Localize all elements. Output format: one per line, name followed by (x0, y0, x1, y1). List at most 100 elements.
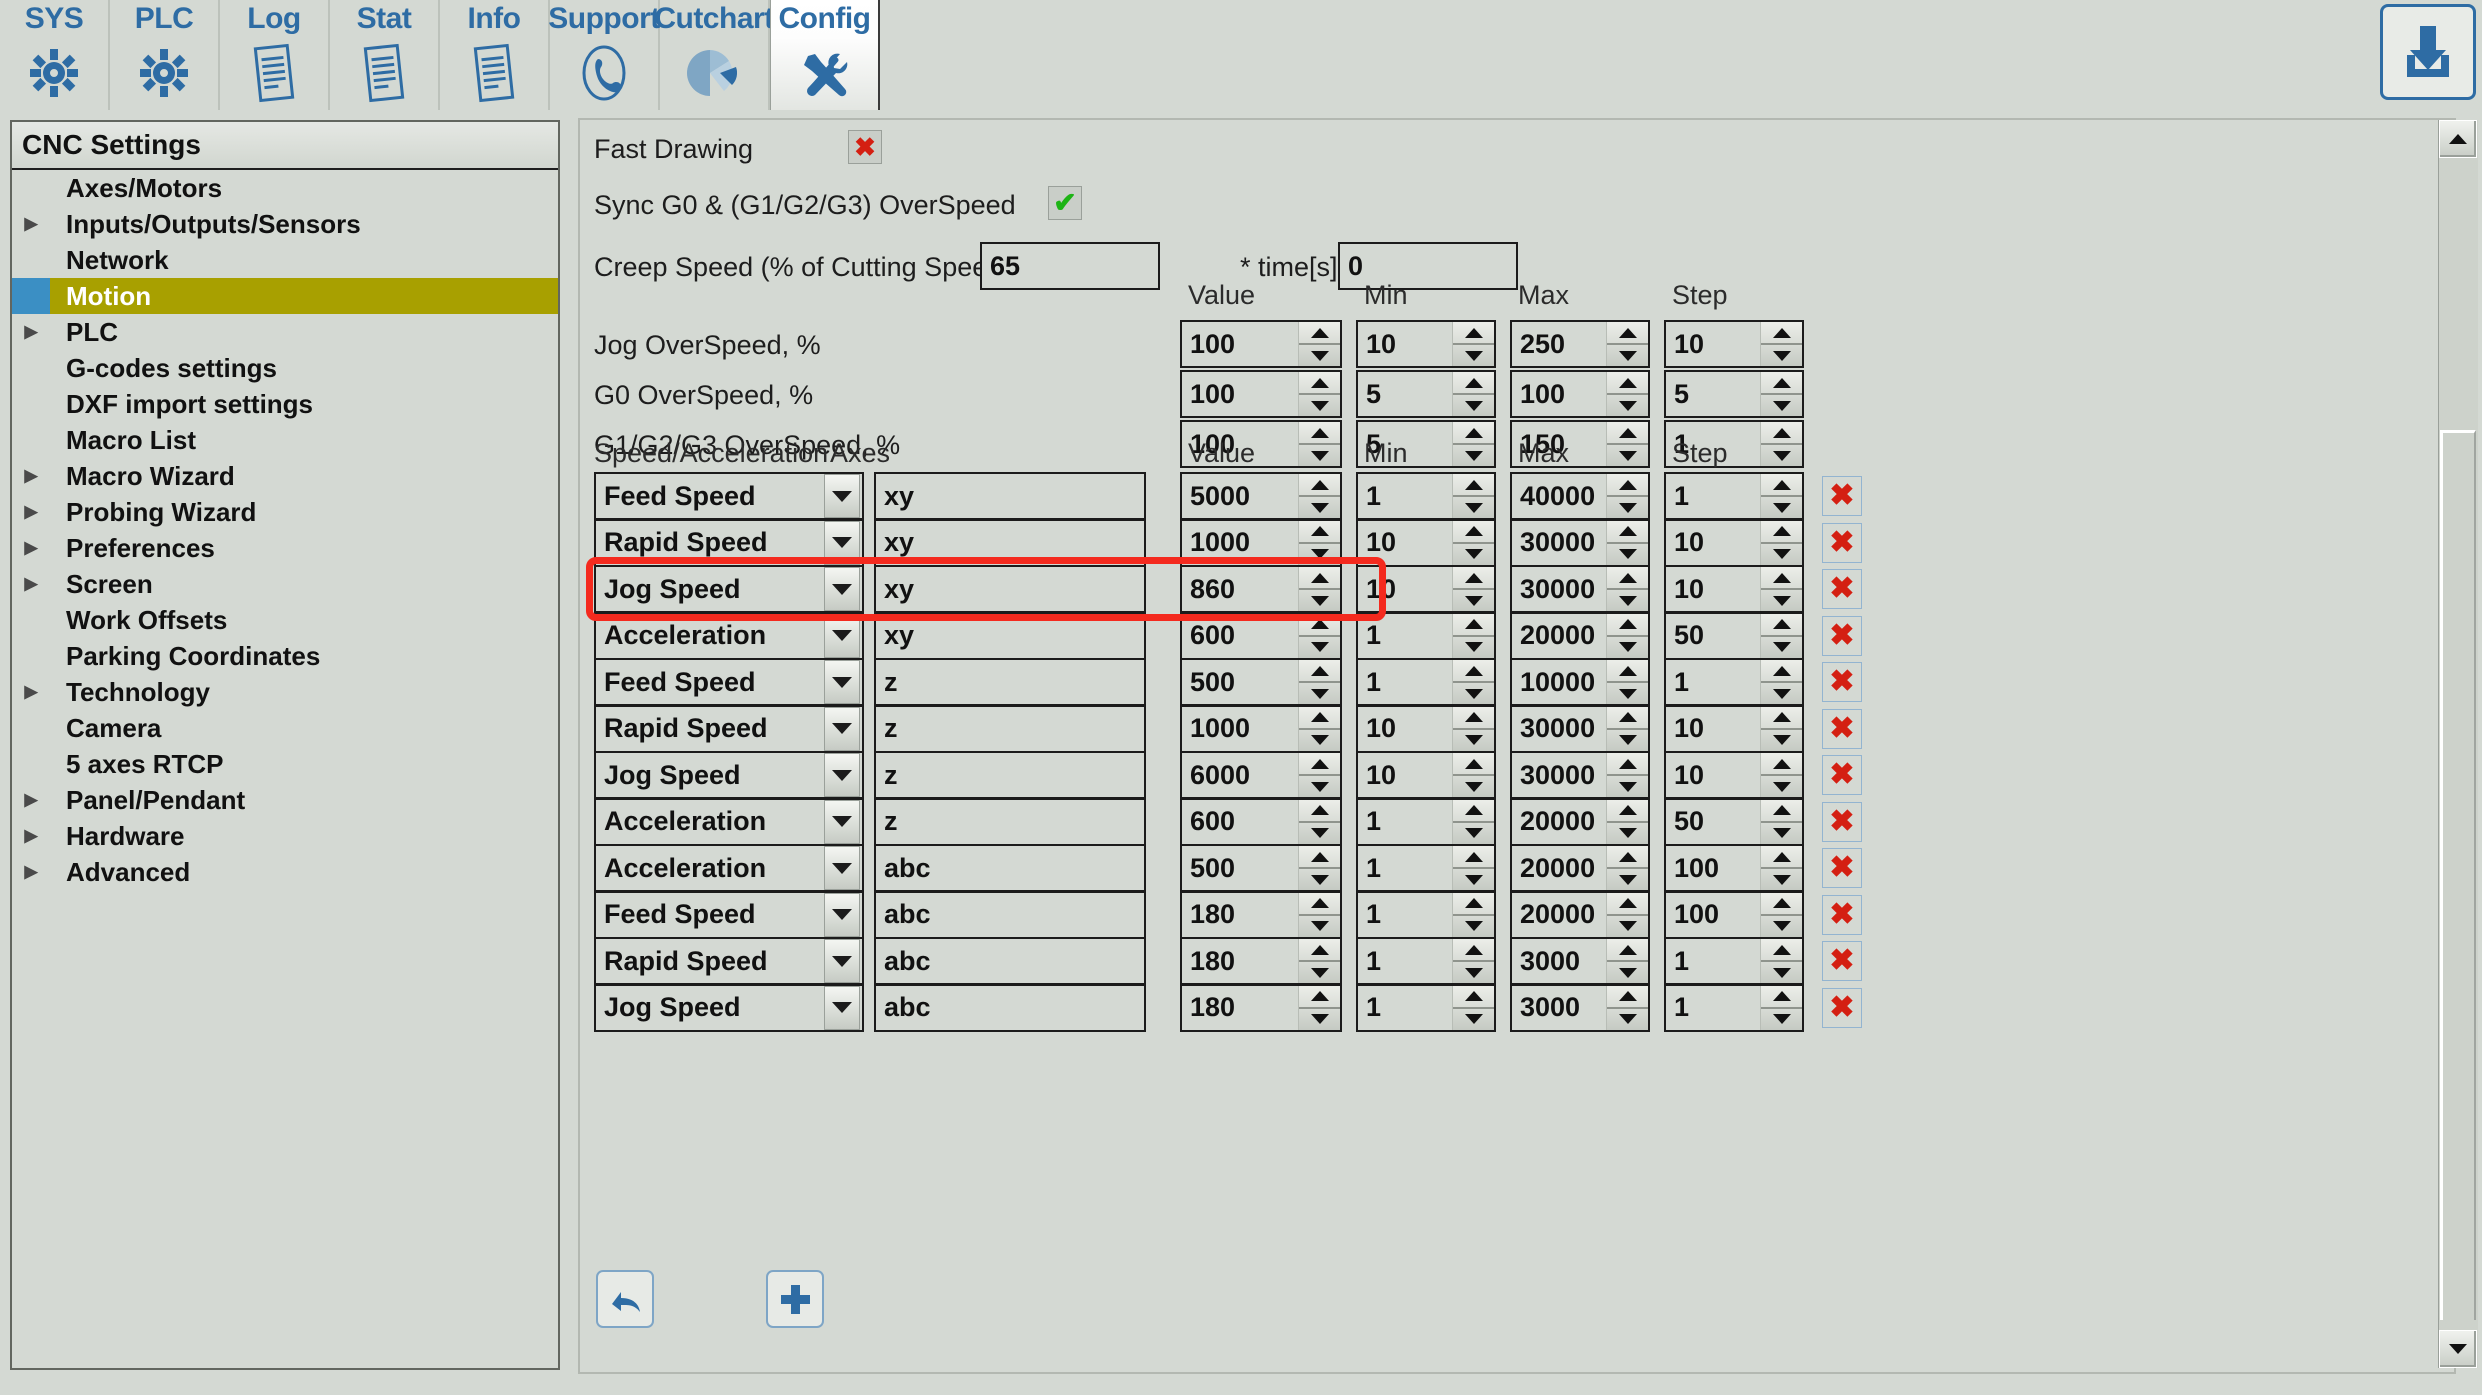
table-row-4-value[interactable]: 600 (1180, 611, 1342, 660)
table-row-6-step-decrement[interactable] (1761, 730, 1802, 751)
table-row-11-step-increment[interactable] (1761, 939, 1802, 962)
overspeed-row-1-max[interactable]: 250 (1510, 320, 1650, 368)
table-row-7-delete-button[interactable]: ✖ (1822, 755, 1862, 795)
table-row-2-value[interactable]: 1000 (1180, 518, 1342, 567)
table-row-10-min-increment[interactable] (1453, 893, 1494, 916)
table-row-12-type-select[interactable]: Jog Speed (594, 983, 864, 1032)
table-row-10-max[interactable]: 20000 (1510, 890, 1650, 939)
sidebar-item-g-codes-settings[interactable]: G-codes settings (12, 350, 558, 386)
sidebar-item-macro-wizard[interactable]: ▶ Macro Wizard (12, 458, 558, 494)
table-row-12-max[interactable]: 3000 (1510, 983, 1650, 1032)
table-row-4-step[interactable]: 50 (1664, 611, 1804, 660)
table-row-9-value-increment[interactable] (1299, 846, 1340, 869)
table-row-10-max-increment[interactable] (1607, 893, 1648, 916)
table-row-6-max-decrement[interactable] (1607, 730, 1648, 751)
table-row-7-value[interactable]: 6000 (1180, 751, 1342, 799)
table-row-9-min-decrement[interactable] (1453, 869, 1494, 890)
chevron-right-icon[interactable]: ▶ (12, 574, 50, 594)
chevron-down-icon[interactable] (824, 939, 860, 983)
table-row-7-type-select[interactable]: Jog Speed (594, 751, 864, 799)
overspeed-row-2-max[interactable]: 100 (1510, 370, 1650, 418)
chevron-down-icon[interactable] (824, 892, 860, 937)
table-row-12-step-decrement[interactable] (1761, 1009, 1802, 1030)
scroll-down-button[interactable] (2439, 1330, 2477, 1368)
table-row-2-max-decrement[interactable] (1607, 544, 1648, 565)
table-row-4-min[interactable]: 1 (1356, 611, 1496, 660)
undo-button[interactable] (596, 1270, 654, 1328)
table-row-9-value-decrement[interactable] (1299, 869, 1340, 890)
tab-stat[interactable]: Stat (330, 0, 440, 110)
table-row-11-max-decrement[interactable] (1607, 962, 1648, 983)
table-row-8-step[interactable]: 50 (1664, 797, 1804, 846)
overspeed-row-1-step-increment[interactable] (1761, 322, 1802, 345)
overspeed-row-2-min[interactable]: 5 (1356, 370, 1496, 418)
table-row-5-step-increment[interactable] (1761, 660, 1802, 683)
table-row-6-step-increment[interactable] (1761, 707, 1802, 730)
table-row-2-step-decrement[interactable] (1761, 544, 1802, 565)
table-row-9-type-select[interactable]: Acceleration (594, 844, 864, 892)
table-row-1-delete-button[interactable]: ✖ (1822, 476, 1862, 516)
table-row-12-max-increment[interactable] (1607, 986, 1648, 1009)
table-row-6-axes-field[interactable]: z (874, 704, 1146, 753)
table-row-8-delete-button[interactable]: ✖ (1822, 801, 1862, 842)
sidebar-item-screen[interactable]: ▶ Screen (12, 566, 558, 602)
table-row-2-axes-field[interactable]: xy (874, 518, 1146, 567)
table-row-12-delete-button[interactable]: ✖ (1822, 987, 1862, 1028)
table-row-7-max-decrement[interactable] (1607, 776, 1648, 797)
table-row-2-max[interactable]: 30000 (1510, 518, 1650, 567)
overspeed-row-2-min-increment[interactable] (1453, 372, 1494, 395)
table-row-5-delete-button[interactable]: ✖ (1822, 662, 1862, 702)
overspeed-row-2-max-decrement[interactable] (1607, 395, 1648, 416)
table-row-5-value[interactable]: 500 (1180, 658, 1342, 706)
table-row-10-max-decrement[interactable] (1607, 916, 1648, 937)
chevron-right-icon[interactable]: ▶ (12, 826, 50, 846)
table-row-5-value-decrement[interactable] (1299, 683, 1340, 704)
tab-support[interactable]: Support (548, 0, 660, 110)
table-row-3-max[interactable]: 30000 (1510, 565, 1650, 613)
tab-sys[interactable]: SYS (0, 0, 110, 110)
chevron-down-icon[interactable] (824, 753, 860, 797)
table-row-8-max[interactable]: 20000 (1510, 797, 1650, 846)
table-row-8-value[interactable]: 600 (1180, 797, 1342, 846)
table-row-12-min[interactable]: 1 (1356, 983, 1496, 1032)
creep-speed-input[interactable]: 65 (980, 242, 1160, 290)
save-settings-button[interactable] (2380, 4, 2476, 100)
overspeed-row-1-value-increment[interactable] (1299, 322, 1340, 345)
table-row-11-max-increment[interactable] (1607, 939, 1648, 962)
sidebar-item-axes-motors[interactable]: Axes/Motors (12, 170, 558, 206)
table-row-7-axes-field[interactable]: z (874, 751, 1146, 799)
chevron-right-icon[interactable]: ▶ (12, 502, 50, 522)
table-row-7-value-increment[interactable] (1299, 753, 1340, 776)
table-row-8-max-decrement[interactable] (1607, 823, 1648, 844)
overspeed-row-2-step[interactable]: 5 (1664, 370, 1804, 418)
table-row-6-step[interactable]: 10 (1664, 704, 1804, 753)
table-row-6-min-decrement[interactable] (1453, 730, 1494, 751)
sidebar-item-advanced[interactable]: ▶ Advanced (12, 854, 558, 890)
sidebar-item-5-axes-rtcp[interactable]: 5 axes RTCP (12, 746, 558, 782)
table-row-10-min[interactable]: 1 (1356, 890, 1496, 939)
table-row-7-min-increment[interactable] (1453, 753, 1494, 776)
table-row-5-step[interactable]: 1 (1664, 658, 1804, 706)
table-row-3-min-increment[interactable] (1453, 567, 1494, 590)
table-row-4-delete-button[interactable]: ✖ (1822, 615, 1862, 656)
chevron-down-icon[interactable] (824, 660, 860, 704)
sidebar-item-macro-list[interactable]: Macro List (12, 422, 558, 458)
sidebar-item-dxf-import-settings[interactable]: DXF import settings (12, 386, 558, 422)
table-row-1-step-increment[interactable] (1761, 474, 1802, 497)
table-row-12-min-increment[interactable] (1453, 986, 1494, 1009)
table-row-5-min-decrement[interactable] (1453, 683, 1494, 704)
chevron-down-icon[interactable] (824, 985, 860, 1030)
chevron-right-icon[interactable]: ▶ (12, 466, 50, 486)
table-row-3-step-decrement[interactable] (1761, 590, 1802, 611)
sidebar-item-motion[interactable]: Motion (12, 278, 558, 314)
scrollbar-thumb[interactable] (2440, 430, 2476, 1320)
overspeed-row-3-max-increment[interactable] (1607, 422, 1648, 445)
table-row-4-min-decrement[interactable] (1453, 637, 1494, 658)
chevron-right-icon[interactable]: ▶ (12, 862, 50, 882)
sidebar-item-camera[interactable]: Camera (12, 710, 558, 746)
table-row-1-value-decrement[interactable] (1299, 497, 1340, 518)
table-row-6-type-select[interactable]: Rapid Speed (594, 704, 864, 753)
tab-log[interactable]: Log (220, 0, 330, 110)
table-row-2-value-decrement[interactable] (1299, 544, 1340, 565)
overspeed-row-3-step-increment[interactable] (1761, 422, 1802, 445)
